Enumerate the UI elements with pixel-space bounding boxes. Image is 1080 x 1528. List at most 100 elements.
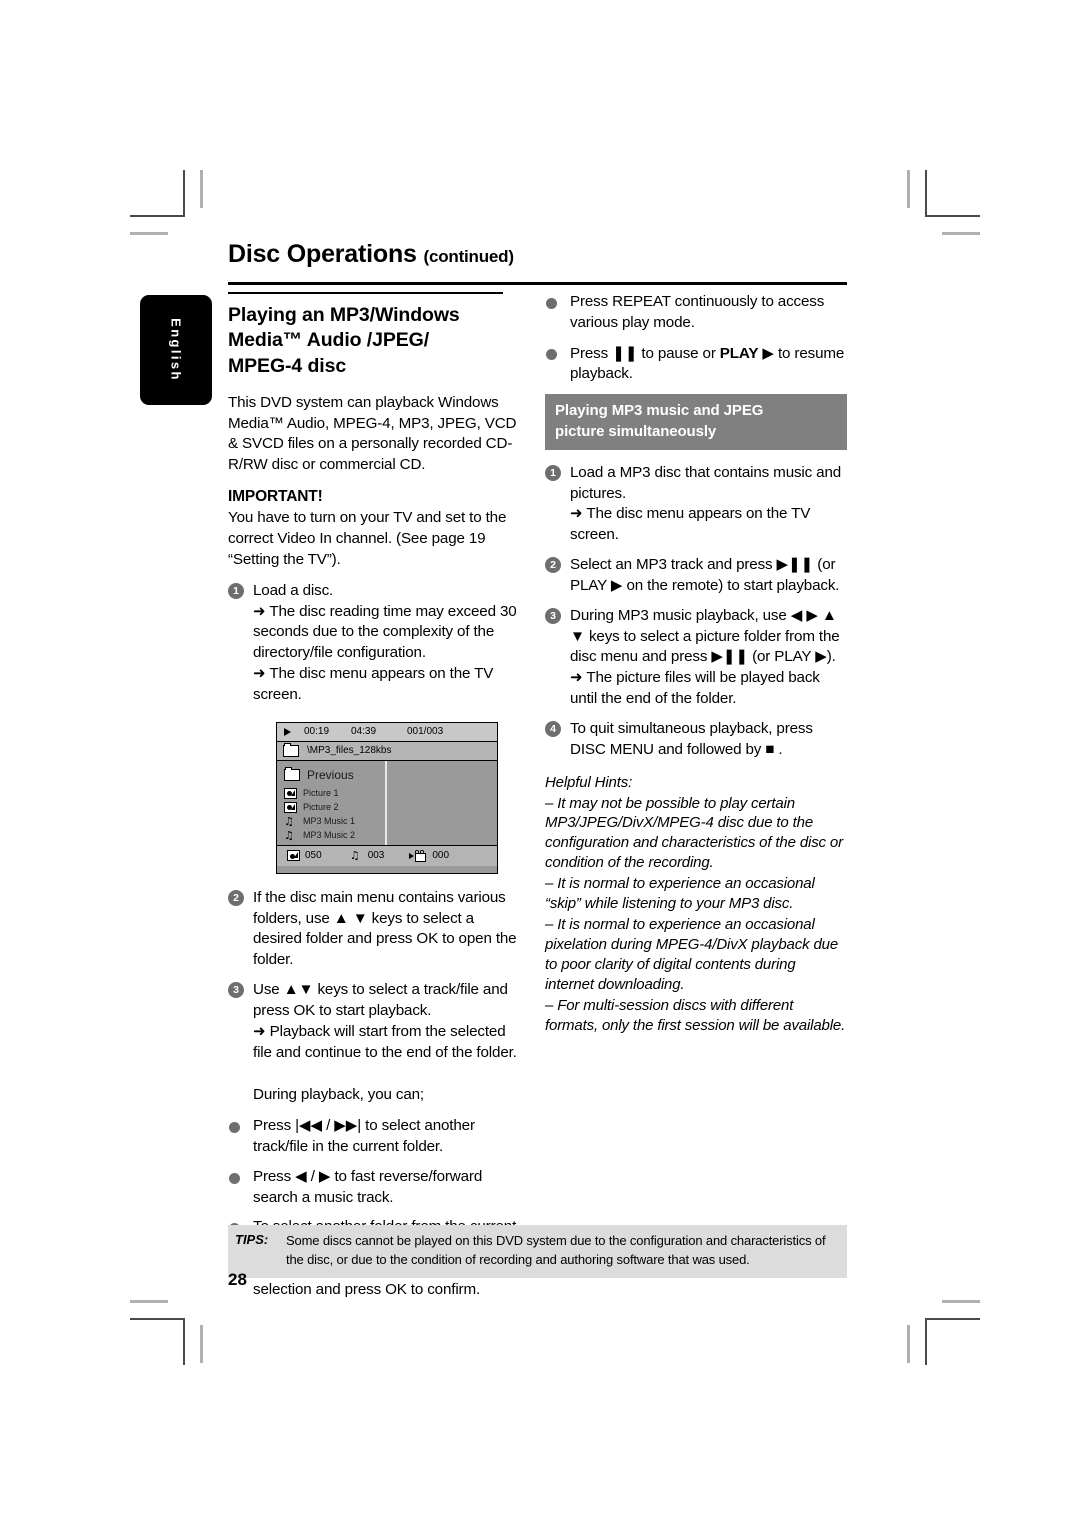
step-3: 3 Use ▲▼ keys to select a track/file and… — [228, 980, 518, 1063]
left-column: Playing an MP3/Windows Media™ Audio /JPE… — [228, 292, 518, 1310]
list-item[interactable]: Previous — [284, 767, 497, 784]
list-item[interactable]: Picture 1 — [284, 787, 497, 800]
tv-track-counter: 001/003 — [407, 726, 444, 738]
manual-page: Disc Operations (continued) English Play… — [140, 240, 870, 1300]
intro-paragraph: This DVD system can playback Windows Med… — [228, 393, 517, 474]
tv-folder-path: \MP3_files_128kbs — [307, 745, 392, 757]
language-tab: English — [140, 295, 212, 405]
crop-mark-bottom-left — [130, 1290, 230, 1390]
pause-icon: ❚❚ — [612, 343, 638, 362]
bullet-dot-icon — [546, 298, 557, 309]
music-note-icon: ♫ — [284, 814, 294, 828]
section-heading-line3: MPEG-4 disc — [228, 354, 347, 377]
page-title: Disc Operations (continued) — [228, 240, 870, 269]
folder-icon — [283, 742, 299, 757]
sim-step-1-result: ➜ The disc menu appears on the TV screen… — [570, 505, 811, 544]
sim-step-1: 1 Load a MP3 disc that contains music an… — [545, 463, 847, 546]
section-heading: Playing an MP3/Windows Media™ Audio /JPE… — [228, 303, 518, 380]
simultaneous-playback-heading: Playing MP3 music and JPEG picture simul… — [545, 394, 847, 450]
playback-bullet-1: Press |◀◀ / ▶▶| to select another track/… — [228, 1116, 518, 1158]
video-count-value: 000 — [432, 850, 450, 862]
sim-step-4-text: To quit simultaneous playback, press DIS… — [570, 719, 813, 758]
music-count-icon: ♫ — [349, 849, 360, 863]
page-number: 28 — [228, 1270, 247, 1289]
video-count-group: 000 — [409, 849, 450, 862]
tv-folder-path-bar: \MP3_files_128kbs — [277, 741, 497, 761]
list-item[interactable]: ♫ MP3 Music 1 — [284, 815, 497, 828]
step-1-result-1: ➜ The disc reading time may exceed 30 se… — [253, 602, 517, 662]
step-2-text: If the disc main menu contains various f… — [253, 888, 517, 969]
tv-file-list: Previous Picture 1 Picture 2 ♫ MP3 Music… — [277, 760, 497, 845]
tv-status-bar: 00:19 04:39 001/003 — [277, 722, 497, 742]
step-1-text: Load a disc. — [253, 581, 334, 599]
step-number: 2 — [545, 557, 561, 574]
hint-2: – It is normal to experience an occasion… — [545, 875, 815, 913]
picture-file-icon — [284, 801, 297, 813]
hint-1: – It may not be possible to play certain… — [545, 794, 843, 872]
tips-text: Some discs cannot be played on this DVD … — [286, 1233, 826, 1267]
step-3-text: Use ▲▼ keys to select a track/file and p… — [253, 981, 508, 1019]
folder-icon — [284, 767, 300, 782]
tv-footer-counts: 050 ♫ 003 000 — [277, 844, 497, 866]
list-item-label: MP3 Music 2 — [303, 830, 356, 841]
title-divider — [228, 282, 847, 285]
important-text: You have to turn on your TV and set to t… — [228, 509, 507, 568]
playback-bullet-1-text: Press |◀◀ / ▶▶| to select another track/… — [253, 1117, 475, 1155]
step-number: 4 — [545, 720, 561, 737]
step-number: 1 — [228, 582, 244, 599]
pause-bullet: Press ❚❚ to pause or PLAY ▶ to resume pl… — [545, 343, 847, 386]
music-count-value: 003 — [367, 850, 385, 862]
sim-step-2: 2 Select an MP3 track and press ▶❚❚ (or … — [545, 555, 847, 597]
playback-bullet-2: Press ◀ / ▶ to fast reverse/forward sear… — [228, 1167, 518, 1209]
picture-file-icon — [284, 787, 297, 799]
section-heading-line1: Playing an MP3/Windows — [228, 303, 460, 326]
picture-count-icon — [287, 850, 300, 862]
playback-bullet-2-text: Press ◀ / ▶ to fast reverse/forward sear… — [253, 1167, 483, 1206]
list-item-label: Picture 2 — [303, 802, 339, 813]
step-number: 1 — [545, 464, 561, 481]
tv-total-time: 04:39 — [351, 726, 377, 738]
tv-screen-figure: 00:19 04:39 001/003 \MP3_files_128kbs Pr… — [276, 721, 498, 874]
list-item-label: MP3 Music 1 — [303, 816, 356, 827]
step-1-result-2: ➜ The disc menu appears on the TV screen… — [253, 665, 494, 703]
pause-bullet-pre: Press — [570, 344, 613, 362]
important-label: IMPORTANT! — [228, 488, 323, 506]
pause-bullet-mid: to pause or — [637, 344, 720, 362]
grey-heading-line1: Playing MP3 music and JPEG — [555, 402, 764, 420]
helpful-hints: Helpful Hints: – It may not be possible … — [545, 773, 847, 1036]
section-heading-line2: Media™ Audio /JPEG/ — [228, 329, 430, 352]
play-button-label: PLAY — [719, 344, 759, 362]
sim-step-2-text: Select an MP3 track and press ▶❚❚ (or PL… — [570, 556, 840, 594]
sim-step-4: 4 To quit simultaneous playback, press D… — [545, 719, 847, 761]
language-tab-label: English — [168, 318, 184, 382]
crop-mark-top-right — [880, 170, 980, 270]
video-count-icon — [409, 849, 427, 862]
sim-step-3: 3 During MP3 music playback, use ◀ ▶ ▲ ▼… — [545, 606, 847, 710]
tips-footer: TIPS: Some discs cannot be played on thi… — [228, 1225, 847, 1278]
play-icon — [284, 727, 291, 736]
sim-step-1-text: Load a MP3 disc that contains music and … — [570, 463, 842, 502]
tv-panel-divider — [385, 760, 387, 845]
right-column: Press REPEAT continuously to access vari… — [545, 292, 847, 1037]
step-2: 2 If the disc main menu contains various… — [228, 888, 518, 971]
step-1: 1 Load a disc. ➜ The disc reading time m… — [228, 581, 518, 706]
repeat-bullet-text: Press REPEAT continuously to access vari… — [570, 293, 825, 331]
tv-elapsed-time: 00:19 — [304, 726, 330, 738]
during-playback-label: During playback, you can; — [253, 1086, 425, 1104]
step-number: 3 — [545, 607, 561, 624]
sim-step-3-result: ➜ The picture files will be played back … — [570, 669, 820, 708]
bullet-dot-icon — [229, 1172, 240, 1184]
step-number: 3 — [228, 982, 244, 999]
hint-4: – For multi-session discs with different… — [545, 996, 846, 1034]
bullet-dot-icon — [546, 348, 557, 360]
page-title-continued: (continued) — [423, 247, 514, 266]
list-item[interactable]: Picture 2 — [284, 801, 497, 814]
picture-count-value: 050 — [305, 850, 322, 862]
music-count-group: ♫ 003 — [350, 850, 385, 861]
bullet-dot-icon — [229, 1122, 240, 1134]
grey-heading-line2: picture simultaneously — [555, 422, 717, 440]
picture-count-group: 050 — [287, 850, 322, 862]
important-block: IMPORTANT! You have to turn on your TV a… — [228, 486, 518, 571]
list-item[interactable]: ♫ MP3 Music 2 — [284, 829, 497, 842]
list-item-label: Picture 1 — [303, 788, 339, 799]
